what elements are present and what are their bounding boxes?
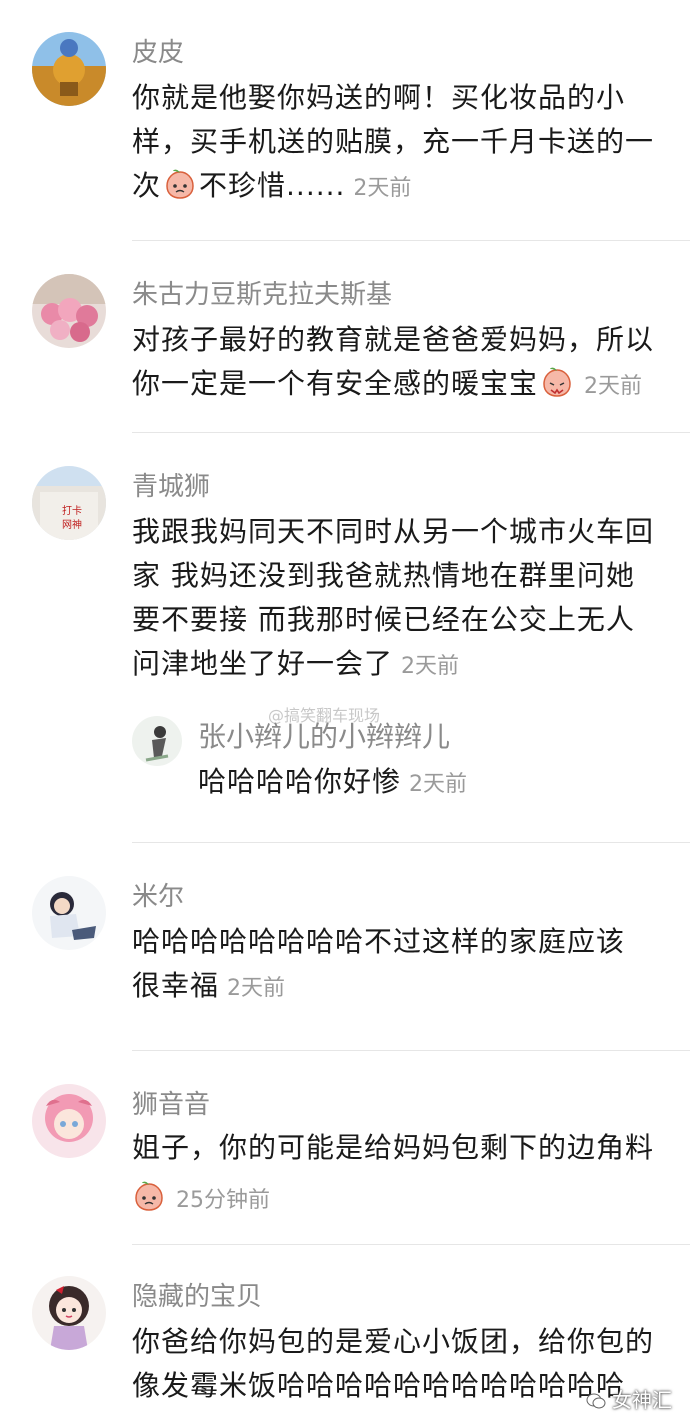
comment-line: 要不要接 而我那时候已经在公交上无人: [132, 603, 635, 636]
comment-line: 你爸给你妈包的是爱心小饭团，给你包的: [132, 1325, 655, 1358]
comment-line: 25分钟前: [132, 1176, 677, 1223]
avatar[interactable]: 打卡 网神: [32, 466, 106, 540]
timestamp: 2天前: [401, 654, 460, 679]
timestamp: 2天前: [353, 176, 412, 201]
username[interactable]: 皮皮: [132, 36, 184, 70]
comment-line: 很幸福 2天前: [132, 969, 286, 1002]
timestamp: 25分钟前: [176, 1188, 270, 1213]
comment-line: 我跟我妈同天不同时从另一个城市火车回: [132, 515, 655, 548]
divider: [132, 240, 690, 241]
reply-username[interactable]: 张小辫儿的小辫辫儿: [198, 720, 450, 754]
corner-watermark: 女神汇: [586, 1384, 672, 1413]
avatar[interactable]: [32, 876, 106, 950]
username[interactable]: 隐藏的宝贝: [132, 1280, 262, 1314]
username[interactable]: 青城狮: [132, 470, 210, 504]
peach-face-emoji: [135, 1181, 163, 1211]
comment-line: 次不珍惜...... 2天前: [132, 169, 412, 202]
wechat-icon: [586, 1393, 606, 1409]
divider: [132, 1244, 690, 1245]
comment-line: 你一定是一个有安全感的暖宝宝 2天前: [132, 367, 643, 400]
avatar[interactable]: [32, 1084, 106, 1158]
avatar[interactable]: [32, 32, 106, 106]
reply-avatar[interactable]: [132, 716, 182, 766]
comment-line: 姐子，你的可能是给妈妈包剩下的边角料: [132, 1131, 655, 1164]
comment-line: 样，买手机送的贴膜，充一千月卡送的一: [132, 125, 655, 158]
timestamp: 2天前: [584, 374, 643, 399]
comment-text: 我跟我妈同天不同时从另一个城市火车回 家 我妈还没到我爸就热情地在群里问她 要不…: [132, 510, 677, 689]
divider: [132, 842, 690, 843]
peach-face-emoji: [166, 169, 194, 199]
comment-line: 哈哈哈哈哈哈哈哈不过这样的家庭应该: [132, 925, 626, 958]
reply-text: 哈哈哈哈你好惨 2天前: [198, 760, 690, 807]
divider: [132, 1050, 690, 1051]
username[interactable]: 米尔: [132, 880, 184, 914]
username[interactable]: 狮音音: [132, 1088, 210, 1122]
avatar[interactable]: [32, 1276, 106, 1350]
username[interactable]: 朱古力豆斯克拉夫斯基: [132, 278, 392, 312]
comment-line: 你就是他娶你妈送的啊！买化妆品的小: [132, 81, 626, 114]
comment-line: 对孩子最好的教育就是爸爸爱妈妈，所以: [132, 323, 655, 356]
comment-text: 姐子，你的可能是给妈妈包剩下的边角料 25分钟前: [132, 1126, 677, 1223]
comment-line: 家 我妈还没到我爸就热情地在群里问她: [132, 559, 635, 592]
timestamp: 2天前: [227, 976, 286, 1001]
svg-text:网神: 网神: [62, 518, 82, 531]
divider: [132, 432, 690, 433]
comment-line: 问津地坐了好一会了 2天前: [132, 647, 460, 680]
comment-text: 对孩子最好的教育就是爸爸爱妈妈，所以 你一定是一个有安全感的暖宝宝 2天前: [132, 318, 677, 409]
comment-text: 你就是他娶你妈送的啊！买化妆品的小 样，买手机送的贴膜，充一千月卡送的一 次不珍…: [132, 76, 677, 211]
comment-text: 哈哈哈哈哈哈哈哈不过这样的家庭应该 很幸福 2天前: [132, 920, 677, 1011]
avatar[interactable]: [32, 274, 106, 348]
comment-line: 哈哈哈哈你好惨 2天前: [198, 765, 468, 798]
timestamp: 2天前: [409, 772, 468, 797]
svg-text:打卡: 打卡: [62, 504, 82, 517]
peach-bow-emoji: [543, 367, 571, 397]
